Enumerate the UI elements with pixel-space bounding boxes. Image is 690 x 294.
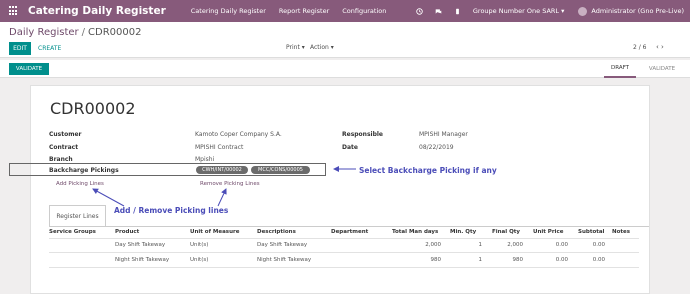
column-header: Notes <box>612 229 631 235</box>
user-avatar[interactable] <box>578 6 588 16</box>
customer-field[interactable]: Kamoto Coper Company S.A. <box>195 131 282 138</box>
date-label: Date <box>342 144 358 151</box>
responsible-label: Responsible <box>342 131 383 138</box>
column-header: Service Groups <box>49 229 96 235</box>
cell-product[interactable]: Day Shift Takeway <box>115 242 165 248</box>
cell-man-days[interactable]: 2,000 <box>405 242 441 248</box>
menu-item-report-register[interactable]: Report Register <box>279 7 329 15</box>
annotation-add-remove: Add / Remove Picking lines <box>114 206 229 215</box>
cell-uom[interactable]: Unit(s) <box>190 242 208 248</box>
column-header: Final Qty <box>492 229 520 235</box>
cell-final-qty[interactable]: 2,000 <box>495 242 523 248</box>
breadcrumb-current: CDR00002 <box>88 27 142 38</box>
app-title: Catering Daily Register <box>28 5 166 17</box>
row-divider <box>49 252 639 253</box>
annotation-select-backcharge: Select Backcharge Picking if any <box>359 166 497 175</box>
breadcrumb-separator: / <box>81 27 86 38</box>
menu-item-catering-daily-register[interactable]: Catering Daily Register <box>191 7 266 15</box>
row-divider <box>49 267 639 268</box>
tab-underline <box>49 226 649 227</box>
cell-final-qty[interactable]: 980 <box>495 257 524 263</box>
status-draft: DRAFT <box>604 60 636 78</box>
cell-description[interactable]: Night Shift Takeway <box>257 257 311 263</box>
cell-min-qty[interactable]: 1 <box>462 257 483 263</box>
navbar-systray: Groupe Number One SARL ▾ Administrator (… <box>416 0 684 22</box>
clock-icon[interactable] <box>416 7 423 15</box>
branch-label: Branch <box>49 156 73 163</box>
menu-item-configuration[interactable]: Configuration <box>342 7 386 15</box>
company-switcher[interactable]: Groupe Number One SARL ▾ <box>473 7 565 15</box>
pager-arrows[interactable]: ‹ › <box>656 43 664 51</box>
cell-man-days[interactable]: 980 <box>405 257 442 263</box>
breadcrumb-daily-register[interactable]: Daily Register <box>9 27 79 38</box>
tab-register-lines[interactable]: Register Lines <box>49 205 106 227</box>
cell-unit-price[interactable]: 0.00 <box>542 242 568 248</box>
add-picking-lines-button[interactable]: Add Picking Lines <box>56 181 104 187</box>
column-header: Subtotal <box>578 229 605 235</box>
contract-field[interactable]: MPISHI Contract <box>195 144 243 151</box>
date-field[interactable]: 08/22/2019 <box>419 144 454 151</box>
column-header: Department <box>331 229 369 235</box>
form-statusbar: VALIDATE DRAFT VALIDATE <box>0 60 690 78</box>
responsible-field[interactable]: MPISHI Manager <box>419 131 468 138</box>
cell-uom[interactable]: Unit(s) <box>190 257 208 263</box>
column-header: Min. Qty <box>450 229 477 235</box>
cell-min-qty[interactable]: 1 <box>462 242 483 248</box>
column-header: Product <box>115 229 140 235</box>
cell-subtotal: 0.00 <box>592 242 605 248</box>
action-dropdown[interactable]: Action ▾ <box>310 44 334 51</box>
top-navbar: Catering Daily Register Catering Daily R… <box>0 0 690 22</box>
header-divider <box>49 238 639 239</box>
status-validate: VALIDATE <box>648 66 676 72</box>
backcharge-tag[interactable]: MCC/CONS/00005 <box>251 166 310 174</box>
mobile-icon[interactable] <box>454 8 461 15</box>
column-header: Total Man days <box>392 229 439 235</box>
edit-button[interactable]: EDIT <box>9 42 31 55</box>
cell-product[interactable]: Night Shift Takeway <box>115 257 169 263</box>
contract-label: Contract <box>49 144 79 151</box>
remove-picking-lines-button[interactable]: Remove Picking Lines <box>200 181 260 187</box>
backcharge-label: Backcharge Pickings <box>49 167 119 174</box>
validate-button[interactable]: VALIDATE <box>9 63 49 75</box>
control-panel: Daily Register / CDR00002 EDIT CREATE Prin… <box>0 22 690 58</box>
column-header: Unit of Measure <box>190 229 240 235</box>
column-header: Descriptions <box>257 229 296 235</box>
main-menu: Catering Daily Register Report Register … <box>191 7 400 15</box>
chat-icon[interactable] <box>435 8 442 15</box>
cell-subtotal: 0.00 <box>592 257 605 263</box>
create-button[interactable]: CREATE <box>38 42 61 55</box>
record-title: CDR00002 <box>50 99 136 118</box>
branch-field[interactable]: Mpishi <box>195 156 214 163</box>
cell-description[interactable]: Day Shift Takeway <box>257 242 307 248</box>
user-menu[interactable]: Administrator (Gno Pre-Live) <box>591 7 684 15</box>
print-dropdown[interactable]: Print ▾ <box>286 44 305 51</box>
apps-grid-icon[interactable] <box>9 6 19 16</box>
cell-unit-price[interactable]: 0.00 <box>542 257 568 263</box>
breadcrumb: Daily Register / CDR00002 <box>9 27 141 38</box>
backcharge-tag[interactable]: CWH/INT/00002 <box>196 166 248 174</box>
customer-label: Customer <box>49 131 82 138</box>
pager-counter[interactable]: 2 / 6 <box>633 44 646 51</box>
column-header: Unit Price <box>533 229 564 235</box>
